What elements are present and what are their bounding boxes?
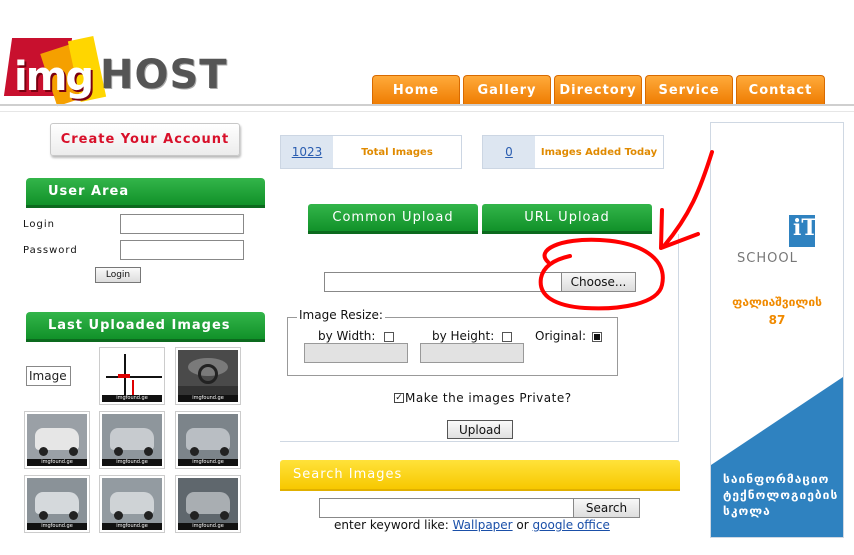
it-school-logo-letters: iT [793, 215, 818, 241]
logo-text-img: img [14, 54, 94, 100]
by-width-label: by Width: [318, 329, 376, 343]
private-checkbox[interactable]: ✓ [394, 393, 404, 403]
google-office-link[interactable]: google office [533, 518, 610, 532]
thumbnail-car-silver-rear[interactable]: imgfound.ge [99, 411, 165, 469]
login-input[interactable] [120, 214, 244, 234]
ad-blue-line-2: ტექნოლოგიების [723, 488, 839, 502]
thumbnail-car-damaged[interactable]: imgfound.ge [175, 475, 241, 533]
thumbnail-car-interior[interactable]: imgfound.ge [175, 347, 241, 405]
last-uploaded-header: Last Uploaded Images [26, 312, 265, 342]
nav-divider-light [0, 111, 854, 112]
total-images-count-link[interactable]: 1023 [281, 136, 333, 168]
nav-divider [0, 104, 854, 106]
nav-contact[interactable]: Contact [736, 75, 825, 105]
password-input[interactable] [120, 240, 244, 260]
original-label: Original: [535, 329, 586, 343]
by-height-radio[interactable] [502, 332, 512, 342]
tab-url-upload[interactable]: URL Upload [482, 204, 652, 234]
thumbnail-caption: imgfound.ge [178, 459, 238, 466]
create-account-button[interactable]: Create Your Account [50, 123, 240, 156]
search-button[interactable]: Search [573, 498, 640, 518]
nav-directory[interactable]: Directory [554, 75, 642, 105]
it-school-logo-icon: iT [789, 215, 818, 247]
thumbnail-car-silver-side[interactable]: imgfound.ge [175, 411, 241, 469]
thumbnail-car-white[interactable]: imgfound.ge [24, 411, 90, 469]
height-input[interactable] [420, 343, 524, 363]
search-hint: enter keyword like: Wallpaper or google … [334, 518, 610, 532]
school-text: SCHOOL [737, 251, 798, 266]
total-images-label: Total Images [361, 146, 433, 158]
login-label: Login [23, 219, 55, 230]
thumbnail-car-front[interactable]: imgfound.ge [24, 475, 90, 533]
imghost-logo[interactable]: img HOST [3, 18, 227, 108]
thumbnail-diagram[interactable]: imgfound.ge [99, 347, 165, 405]
logo-text-host: HOST [100, 52, 228, 98]
file-path-input[interactable] [324, 272, 564, 292]
nav-service[interactable]: Service [645, 75, 733, 105]
search-hint-or: or [512, 518, 533, 532]
ad-blue-text: საინფორმაციო ტექნოლოგიების სკოლა [723, 471, 838, 519]
by-height-label: by Height: [432, 329, 495, 343]
private-label: Make the images Private? [405, 391, 572, 405]
nav-gallery[interactable]: Gallery [463, 75, 551, 105]
tab-common-upload[interactable]: Common Upload [308, 204, 478, 234]
original-radio[interactable] [592, 332, 602, 342]
width-input[interactable] [304, 343, 408, 363]
user-area-header: User Area [26, 178, 265, 208]
search-hint-prefix: enter keyword like: [334, 518, 453, 532]
nav-home[interactable]: Home [372, 75, 460, 105]
thumbnail-caption: imgfound.ge [27, 523, 87, 530]
it-school-advertisement[interactable]: iT SCHOOL ფალიაშვილის 87 საინფორმაციო ტე… [710, 122, 844, 538]
thumbnail-caption: imgfound.ge [102, 395, 162, 402]
choose-file-button[interactable]: Choose... [561, 272, 636, 292]
annotation-arrow-shaft [662, 150, 714, 248]
search-input[interactable] [319, 498, 574, 518]
by-width-radio[interactable] [384, 332, 394, 342]
thumbnail-car-angle[interactable]: imgfound.ge [99, 475, 165, 533]
thumbnail-caption: imgfound.ge [102, 523, 162, 530]
login-button[interactable]: Login [95, 267, 141, 283]
thumbnail-caption: imgfound.ge [178, 523, 238, 530]
total-images-stat: 1023 Total Images [280, 135, 462, 169]
images-today-count-link[interactable]: 0 [483, 136, 535, 168]
search-images-header: Search Images [280, 460, 680, 491]
ad-blue-line-3: სკოლა [723, 504, 771, 518]
thumbnail-caption: imgfound.ge [27, 459, 87, 466]
thumbnail-caption: imgfound.ge [178, 395, 238, 402]
thumbnail-caption: imgfound.ge [102, 459, 162, 466]
ad-address-street: ფალიაშვილის [732, 295, 822, 309]
ad-blue-line-1: საინფორმაციო [723, 472, 830, 486]
images-today-label: Images Added Today [540, 146, 658, 158]
password-label: Password [23, 245, 78, 256]
upload-button[interactable]: Upload [447, 420, 513, 439]
ad-address-number: 87 [768, 313, 786, 327]
broken-image-thumbnail[interactable]: Image [26, 366, 71, 386]
wallpaper-link[interactable]: Wallpaper [453, 518, 513, 532]
image-resize-legend: Image Resize: [297, 308, 385, 322]
images-today-stat: 0 Images Added Today [482, 135, 664, 169]
